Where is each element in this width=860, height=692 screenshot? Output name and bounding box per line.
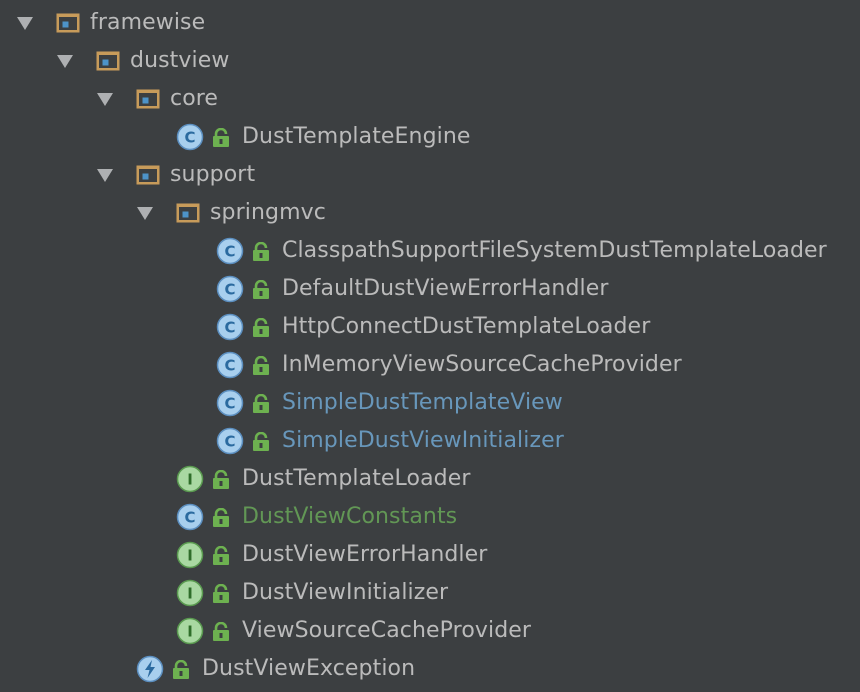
class-icon [216,351,244,379]
expand-arrow-icon[interactable] [97,169,113,182]
tree-node-dust-template-engine[interactable]: DustTemplateEngine [0,118,860,156]
lock-icon [212,508,230,528]
package-folder-icon [56,13,80,33]
class-icon [216,313,244,341]
package-folder-icon [96,51,120,71]
tree-node-classpath-loader[interactable]: ClasspathSupportFileSystemDustTemplateLo… [0,232,860,270]
class-icon [176,123,204,151]
interface-icon [176,579,204,607]
class-icon [216,237,244,265]
tree-node-label: HttpConnectDustTemplateLoader [282,314,651,339]
tree-node-framewise[interactable]: framewise [0,4,860,42]
lock-icon [212,622,230,642]
package-folder-icon [136,89,160,109]
lock-icon [212,584,230,604]
tree-node-label: DustViewException [202,656,416,681]
tree-node-label: InMemoryViewSourceCacheProvider [282,352,682,377]
tree-node-label: dustview [130,48,230,73]
tree-node-dust-view-initializer[interactable]: DustViewInitializer [0,574,860,612]
lock-icon [252,356,270,376]
package-folder-icon [136,165,160,185]
lock-icon [212,546,230,566]
tree-node-label: DustTemplateEngine [242,124,471,149]
package-folder-icon [176,203,200,223]
tree-node-label: core [170,86,219,111]
interface-icon [176,541,204,569]
tree-node-dust-template-loader[interactable]: DustTemplateLoader [0,460,860,498]
tree-node-simple-view-initializer[interactable]: SimpleDustViewInitializer [0,422,860,460]
tree-node-label: ViewSourceCacheProvider [242,618,532,643]
lock-icon [172,660,190,680]
expand-arrow-icon[interactable] [17,17,33,30]
tree-node-in-memory-cache-provider[interactable]: InMemoryViewSourceCacheProvider [0,346,860,384]
tree-node-label: DustViewErrorHandler [242,542,488,567]
tree-node-view-source-cache-provider[interactable]: ViewSourceCacheProvider [0,612,860,650]
tree-node-dustview[interactable]: dustview [0,42,860,80]
interface-icon [176,465,204,493]
lock-icon [252,318,270,338]
expand-arrow-icon[interactable] [97,93,113,106]
tree-node-label: DustTemplateLoader [242,466,471,491]
tree-node-label: DustViewInitializer [242,580,449,605]
lock-icon [252,432,270,452]
tree-node-dust-view-exception[interactable]: DustViewException [0,650,860,688]
tree-node-support[interactable]: support [0,156,860,194]
expand-arrow-icon[interactable] [57,55,73,68]
exception-icon [136,655,164,683]
tree-node-label: support [170,162,256,187]
lock-icon [252,242,270,262]
tree-node-dust-view-error-handler[interactable]: DustViewErrorHandler [0,536,860,574]
interface-icon [176,617,204,645]
tree-node-label: DefaultDustViewErrorHandler [282,276,609,301]
class-icon [216,275,244,303]
tree-node-http-connect-loader[interactable]: HttpConnectDustTemplateLoader [0,308,860,346]
tree-node-label: springmvc [210,200,326,225]
tree-node-core[interactable]: core [0,80,860,118]
tree-node-springmvc[interactable]: springmvc [0,194,860,232]
tree-node-label: SimpleDustViewInitializer [282,428,564,453]
lock-icon [252,394,270,414]
lock-icon [212,470,230,490]
lock-icon [252,280,270,300]
class-icon [216,427,244,455]
lock-icon [212,128,230,148]
tree-node-dust-view-constants[interactable]: DustViewConstants [0,498,860,536]
project-tree: framewise dustview core DustTemplateEngi… [0,0,860,692]
tree-node-label: DustViewConstants [242,504,458,529]
tree-node-label: ClasspathSupportFileSystemDustTemplateLo… [282,238,827,263]
expand-arrow-icon[interactable] [137,207,153,220]
tree-node-label: SimpleDustTemplateView [282,390,563,415]
tree-node-label: framewise [90,10,206,35]
tree-node-default-error-handler[interactable]: DefaultDustViewErrorHandler [0,270,860,308]
tree-node-simple-template-view[interactable]: SimpleDustTemplateView [0,384,860,422]
class-icon [216,389,244,417]
class-icon [176,503,204,531]
